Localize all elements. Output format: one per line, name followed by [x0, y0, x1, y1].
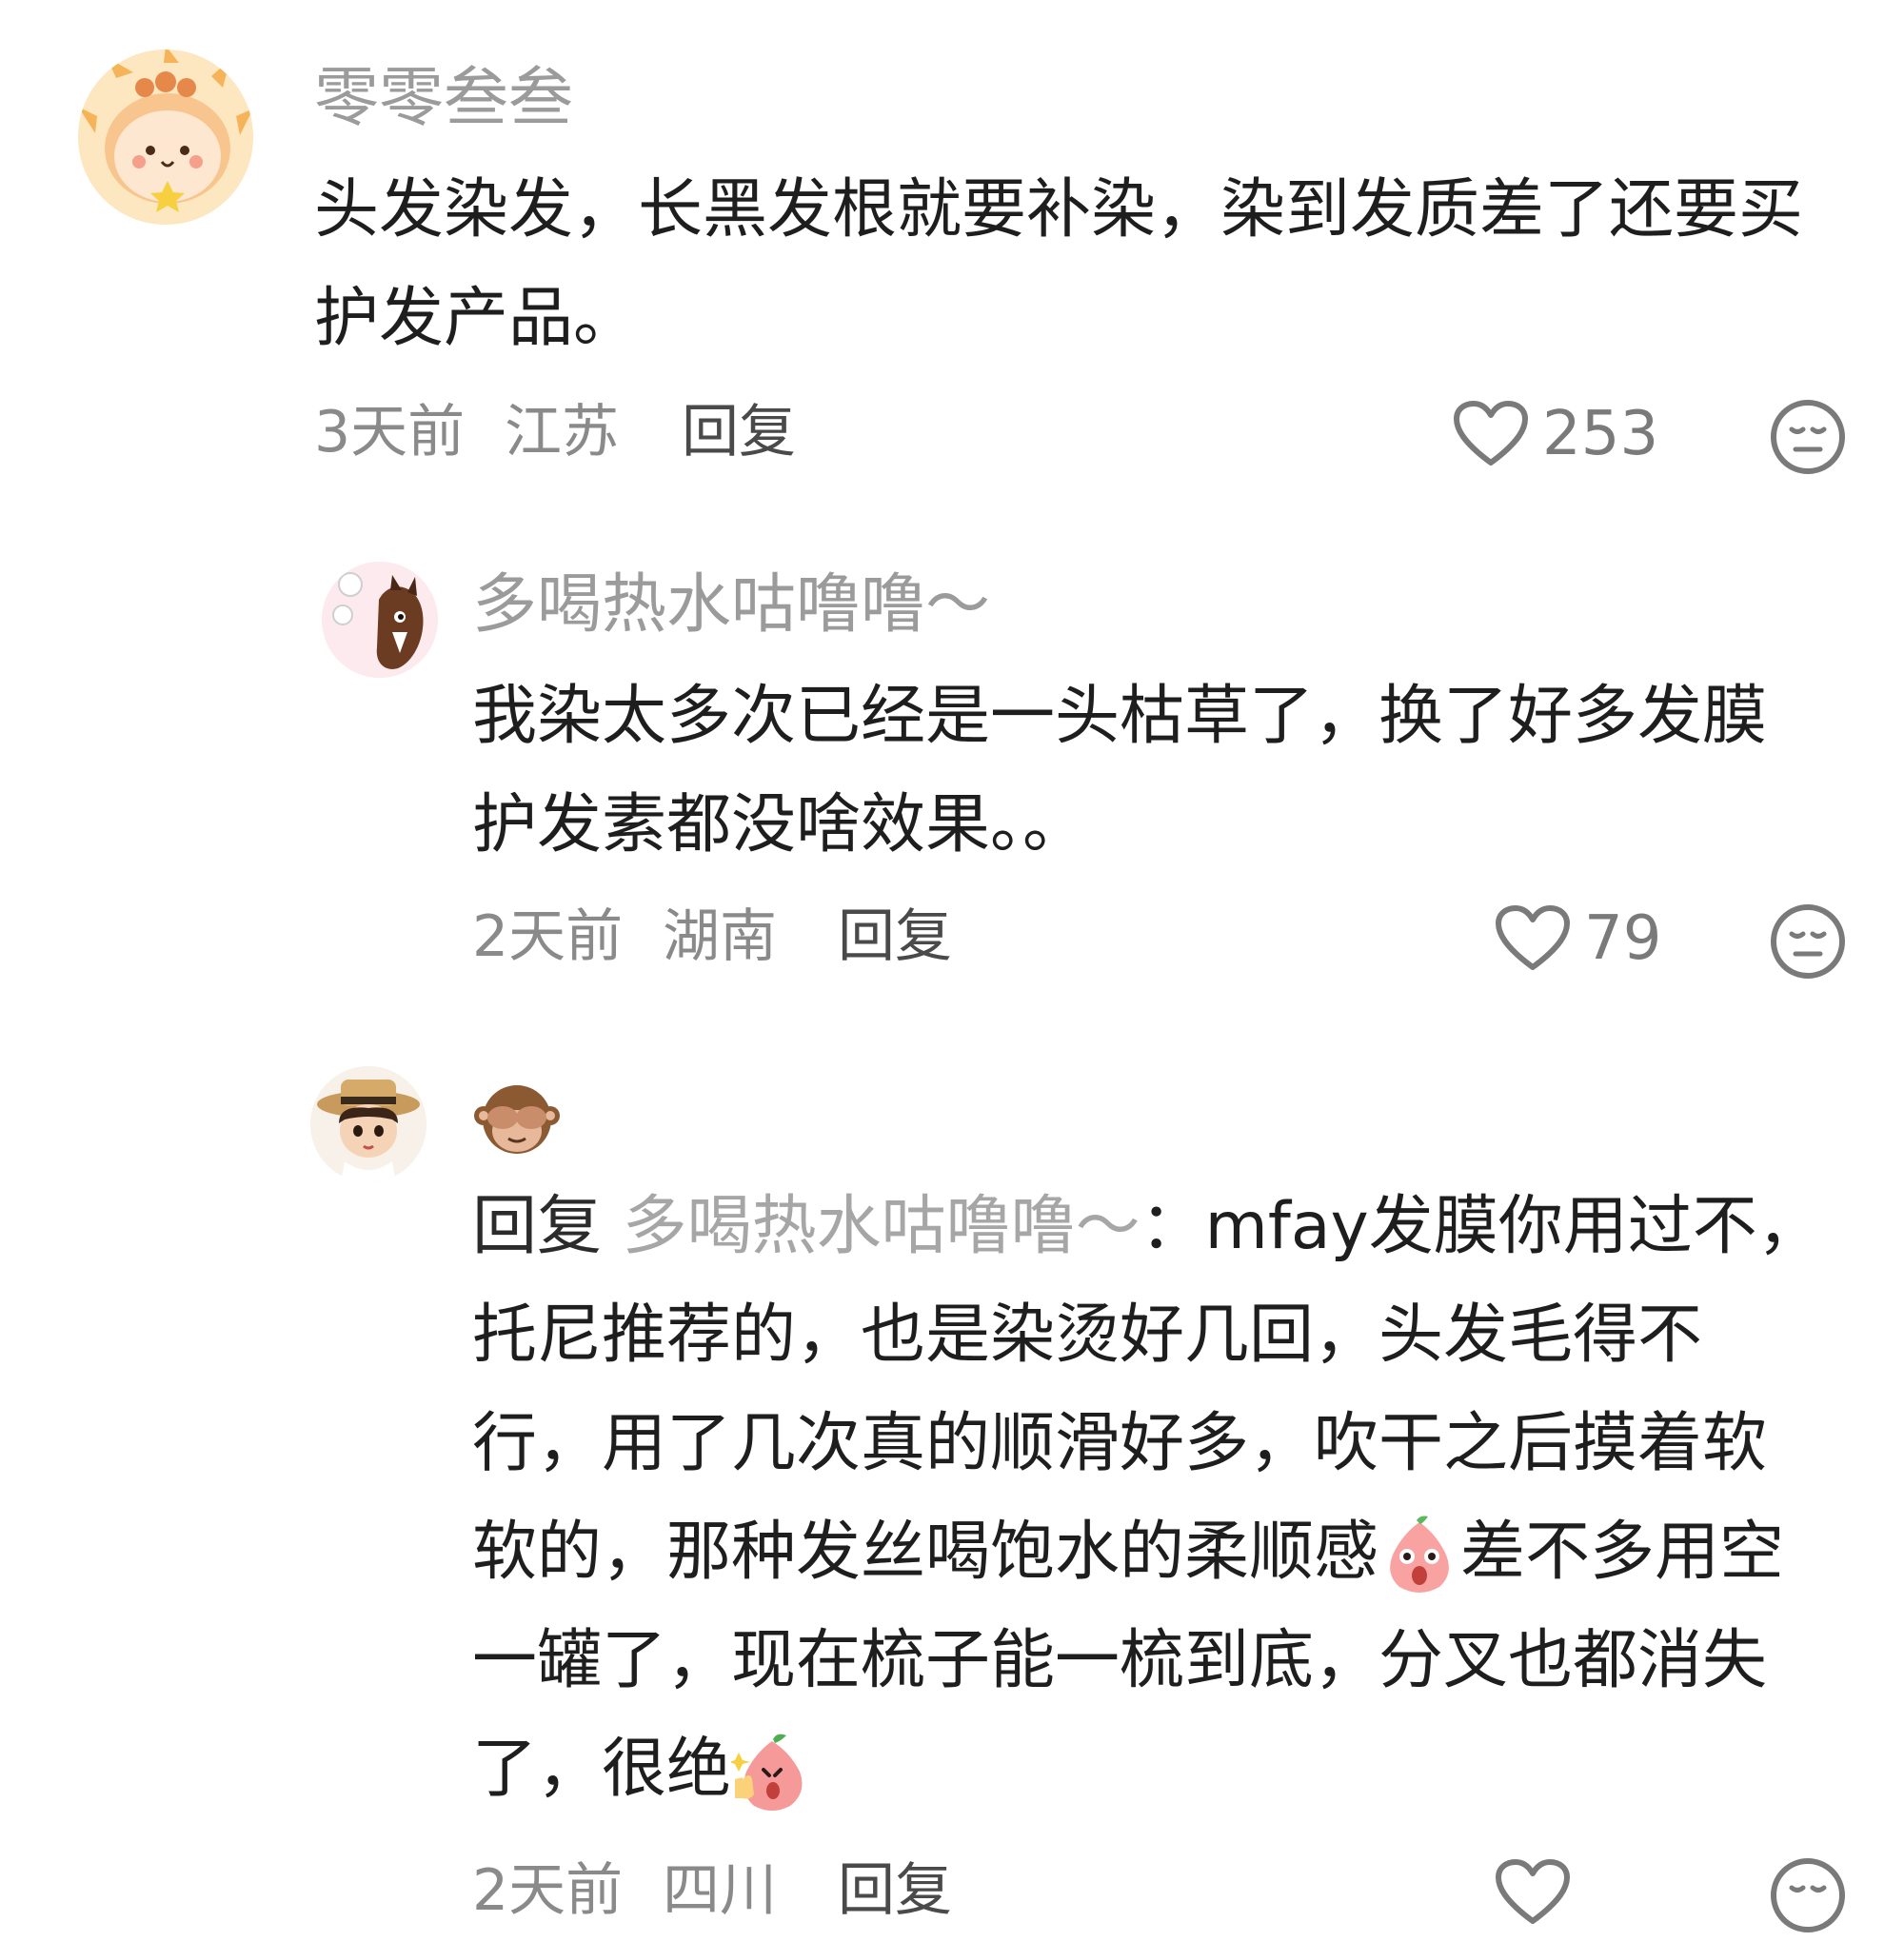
- cartoon-horse-avatar-icon: [322, 562, 438, 678]
- heart-icon: [1496, 905, 1570, 970]
- reply-colon: ：: [1140, 1189, 1205, 1264]
- dislike-face-icon[interactable]: [1769, 398, 1847, 476]
- like-count: 253: [1542, 399, 1659, 469]
- avatar[interactable]: [310, 1066, 426, 1182]
- comment-location: 湖南: [663, 903, 777, 970]
- see-no-evil-monkey-icon: [474, 1085, 560, 1154]
- like-button[interactable]: 253: [1453, 400, 1658, 468]
- comment-time: 3天前: [314, 399, 466, 466]
- thumbs-up-peach-emoji-icon: [731, 1734, 803, 1812]
- reply-button[interactable]: 回复: [838, 908, 952, 965]
- dislike-face-icon[interactable]: [1769, 1856, 1847, 1934]
- reply-button[interactable]: 回复: [682, 404, 796, 461]
- comment-text: 头发染发，长黑发根就要补染，染到发质差了还要买护发产品。: [314, 172, 1804, 356]
- reply-target-username[interactable]: 多喝热水咕噜噜～: [623, 1189, 1140, 1264]
- comment-time: 2天前: [472, 1857, 624, 1924]
- heart-icon: [1496, 1859, 1570, 1924]
- like-button[interactable]: 79: [1495, 904, 1661, 973]
- comment-location: 四川: [663, 1857, 777, 1924]
- comment-text: 我染太多次已经是一头枯草了，换了好多发膜护发素都没啥效果。。: [472, 679, 1768, 862]
- username[interactable]: 零零叁叁: [314, 67, 573, 131]
- reply-prefix[interactable]: 回复: [472, 1189, 602, 1264]
- dislike-face-icon[interactable]: [1769, 902, 1847, 981]
- comment-time: 2天前: [472, 903, 624, 970]
- avatar[interactable]: [322, 562, 438, 678]
- surprised-peach-emoji-icon: [1390, 1516, 1449, 1594]
- comment-location: 江苏: [505, 399, 619, 466]
- cartoon-sun-avatar-icon: [78, 50, 253, 225]
- like-count: 79: [1584, 903, 1662, 974]
- like-button[interactable]: [1495, 1858, 1571, 1927]
- comment-text: 回复 多喝热水咕噜噜～：mfay发膜你用过不，托尼推荐的，也是染烫好几回，头发毛…: [472, 1173, 1824, 1824]
- avatar[interactable]: [78, 50, 253, 225]
- doll-straw-hat-avatar-icon: [310, 1066, 426, 1182]
- reply-button[interactable]: 回复: [838, 1862, 952, 1919]
- heart-icon: [1454, 401, 1528, 466]
- username[interactable]: 多喝热水咕噜噜～: [472, 573, 990, 638]
